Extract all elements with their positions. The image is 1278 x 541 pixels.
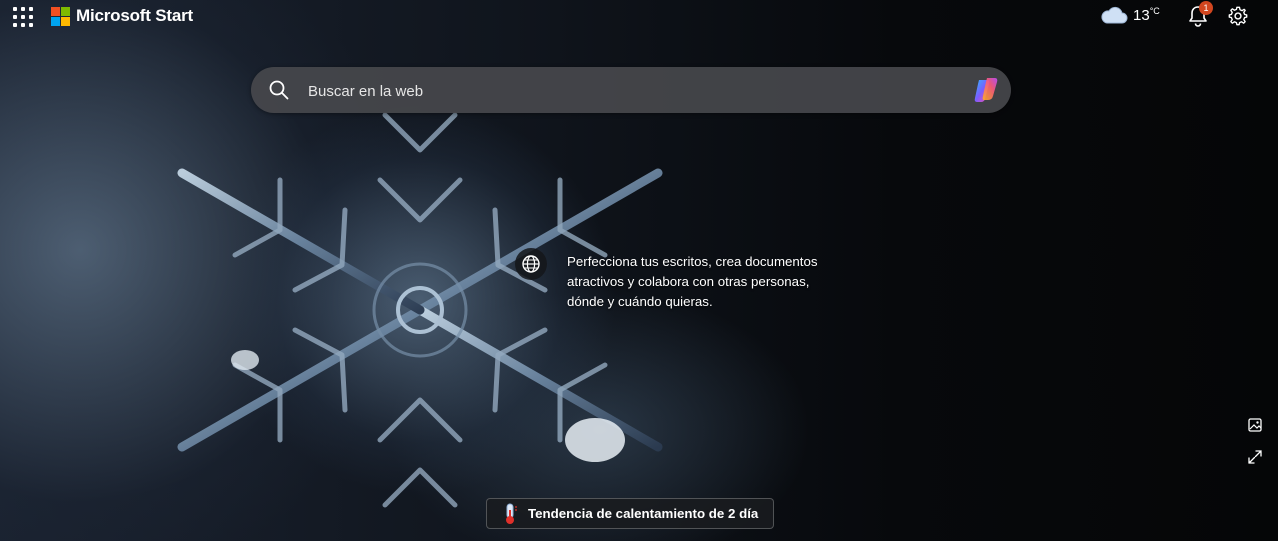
expand-icon[interactable] bbox=[1246, 448, 1264, 466]
search-bar bbox=[251, 67, 1011, 113]
image-gallery-icon[interactable] bbox=[1246, 416, 1264, 434]
trending-weather-button[interactable]: Tendencia de calentamiento de 2 día bbox=[486, 498, 774, 529]
background-description[interactable]: Perfecciona tus escritos, crea documento… bbox=[567, 252, 827, 312]
copilot-icon[interactable] bbox=[971, 75, 1001, 105]
search-icon[interactable] bbox=[268, 79, 290, 101]
top-bar: Microsoft Start 13°C 1 bbox=[0, 0, 1278, 32]
weather-widget[interactable]: 13°C bbox=[1100, 5, 1160, 25]
weather-temperature: 13°C bbox=[1133, 6, 1160, 24]
globe-icon bbox=[522, 255, 540, 273]
microsoft-logo-icon bbox=[51, 6, 70, 26]
brand-name: Microsoft Start bbox=[76, 6, 193, 25]
cloud-icon bbox=[1101, 6, 1128, 24]
search-input[interactable] bbox=[306, 78, 950, 104]
gear-icon[interactable] bbox=[1227, 5, 1249, 27]
trending-label: Tendencia de calentamiento de 2 día bbox=[528, 506, 759, 521]
notification-badge: 1 bbox=[1199, 1, 1213, 15]
brand-link[interactable]: Microsoft Start bbox=[51, 6, 193, 26]
thermometer-icon bbox=[506, 503, 517, 524]
app-launcher-icon[interactable] bbox=[13, 7, 33, 27]
background-info-button[interactable] bbox=[515, 248, 547, 280]
